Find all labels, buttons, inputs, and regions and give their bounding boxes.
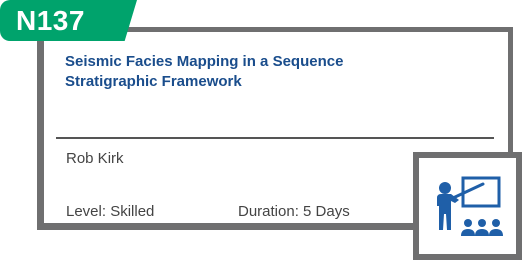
course-title-line-1: Seismic Facies Mapping in a Sequence: [65, 53, 344, 70]
instructor-name: Rob Kirk: [66, 150, 124, 167]
course-title-line-2: Stratigraphic Framework: [65, 73, 242, 90]
course-level: Level: Skilled: [66, 203, 155, 220]
course-duration: Duration: 5 Days: [238, 203, 350, 220]
course-format-badge: [413, 152, 522, 260]
course-title[interactable]: Seismic Facies Mapping in a Sequence Str…: [65, 52, 405, 92]
divider: [56, 137, 494, 139]
course-code: N137: [16, 5, 85, 36]
classroom-presentation-icon: [437, 176, 503, 236]
